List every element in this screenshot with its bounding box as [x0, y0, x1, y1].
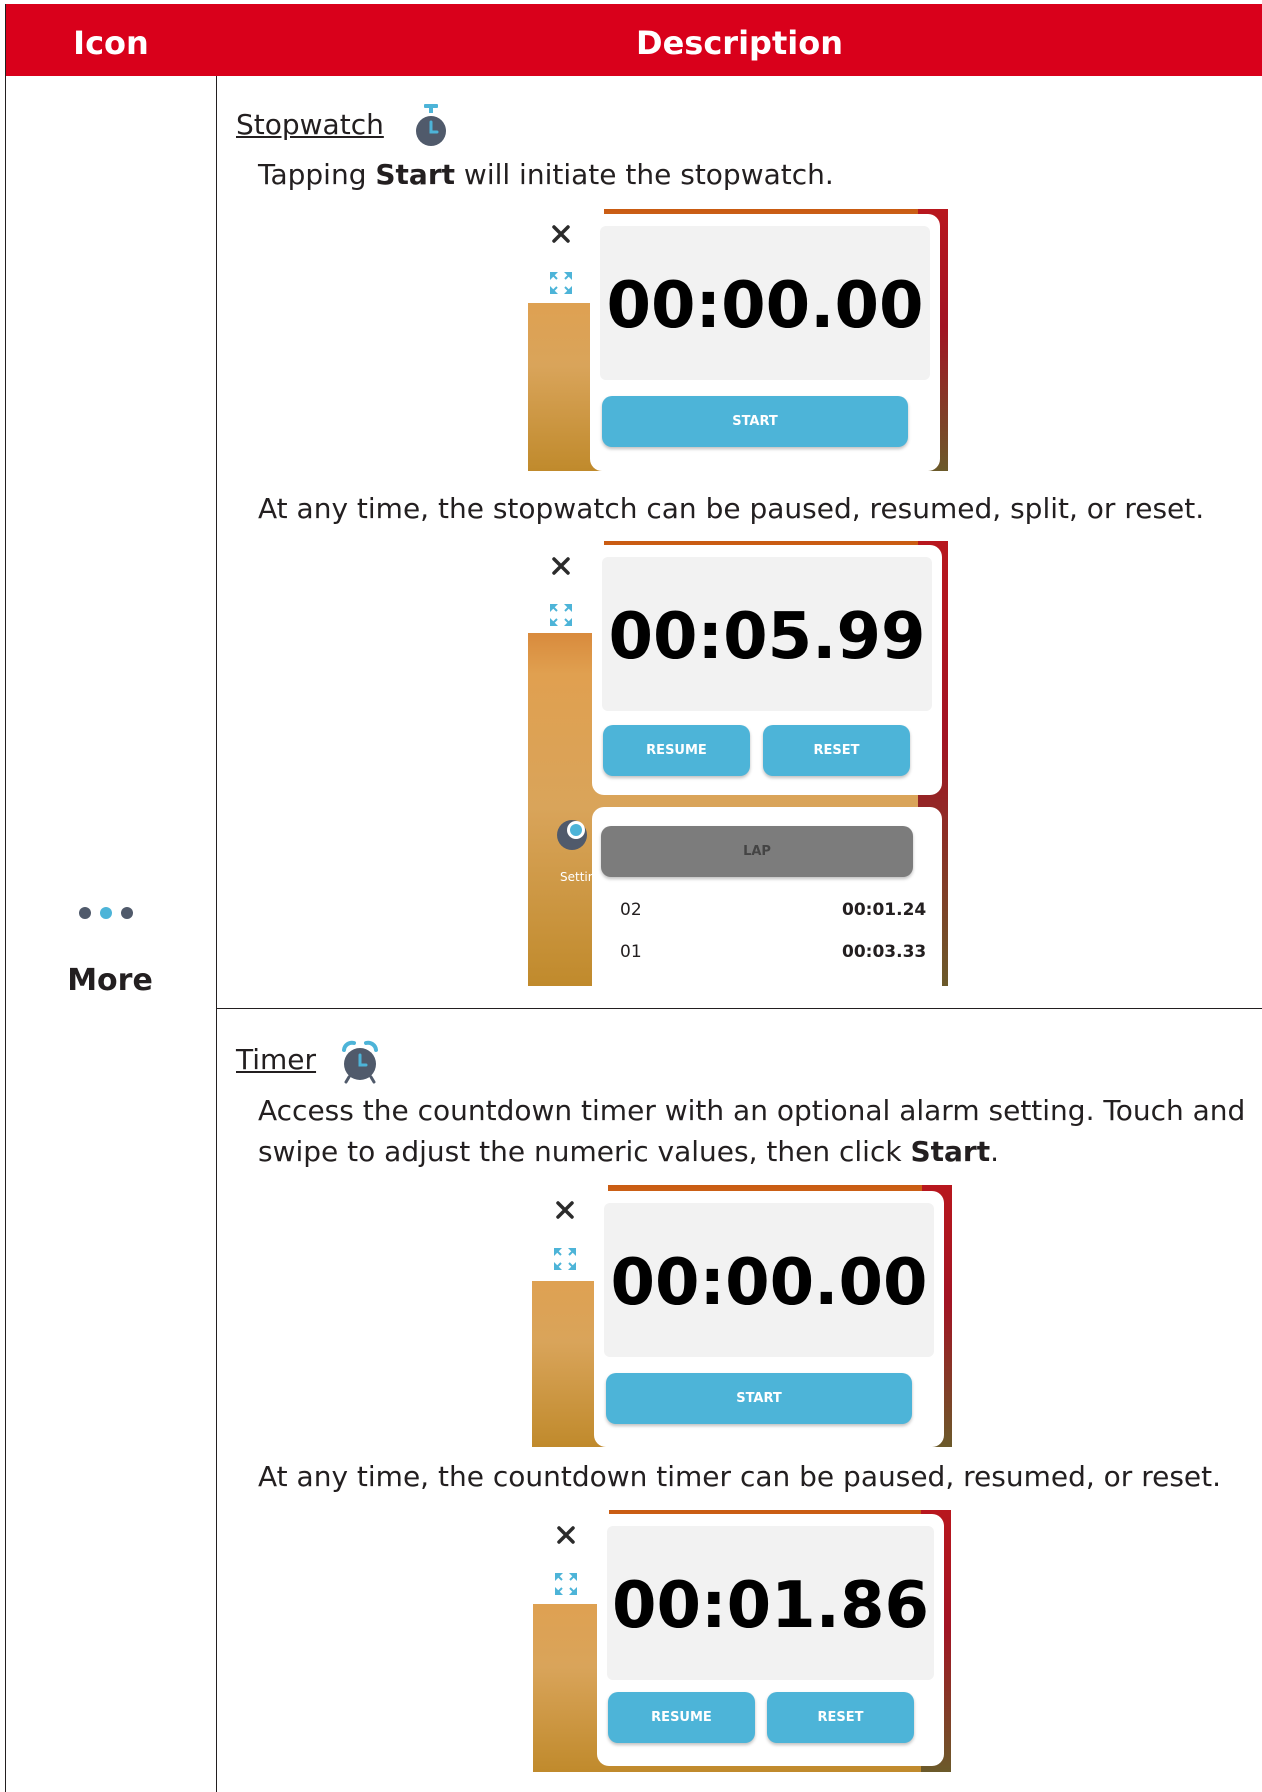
- timer-intro-line-2: swipe to adjust the numeric values, then…: [258, 1135, 1000, 1168]
- more-dots-icon: [79, 905, 149, 921]
- close-icon[interactable]: [550, 555, 572, 577]
- close-icon[interactable]: [554, 1199, 576, 1221]
- lap-time: 00:03.33: [842, 942, 927, 962]
- close-icon[interactable]: [555, 1524, 577, 1546]
- table-border-left: [5, 4, 6, 1792]
- stopwatch-title: Stopwatch: [236, 108, 384, 141]
- lap-time: 00:01.24: [842, 900, 927, 920]
- timer-title: Timer: [236, 1043, 317, 1076]
- lap-button[interactable]: LAP: [601, 826, 913, 877]
- alarm-clock-icon: [342, 1040, 378, 1084]
- timer-card: 00:01.86 RESUME RESET: [597, 1514, 944, 1766]
- column-divider: [216, 76, 217, 1792]
- stopwatch-time-display: 00:00.00: [600, 226, 930, 380]
- timer-running-screenshot: 00:01.86 RESUME RESET: [533, 1510, 951, 1772]
- stopwatch-running-screenshot: Settin 00:05.99 RESUME RESET LAP 02 00:0…: [528, 541, 948, 986]
- stopwatch-card: 00:05.99 RESUME RESET: [592, 545, 942, 795]
- start-button[interactable]: START: [602, 396, 908, 447]
- stopwatch-start-screenshot: 00:00.00 START: [528, 209, 948, 471]
- resume-button[interactable]: RESUME: [608, 1692, 755, 1743]
- stopwatch-icon: [416, 104, 446, 146]
- timer-time-display: 00:00.00: [604, 1203, 934, 1357]
- stopwatch-intro: Tapping Start will initiate the stopwatc…: [258, 158, 834, 191]
- timer-card: 00:00.00 START: [594, 1191, 944, 1447]
- expand-icon[interactable]: [551, 1245, 579, 1273]
- stopwatch-card: 00:00.00 START: [590, 214, 940, 471]
- settings-gear-icon: [557, 820, 587, 850]
- reset-button[interactable]: RESET: [763, 725, 910, 776]
- row-divider: [216, 1008, 1262, 1009]
- description-column-header: Description: [636, 24, 843, 62]
- stopwatch-time-display: 00:05.99: [602, 557, 932, 711]
- icon-column-header: Icon: [73, 24, 149, 62]
- start-button[interactable]: START: [606, 1373, 912, 1424]
- more-label: More: [67, 963, 153, 998]
- background-app-label: Settin: [560, 870, 596, 884]
- expand-icon[interactable]: [547, 601, 575, 629]
- lap-index: 01: [620, 942, 642, 962]
- timer-time-display: 00:01.86: [607, 1526, 934, 1680]
- timer-start-screenshot: 00:00.00 START: [532, 1185, 952, 1447]
- reset-button[interactable]: RESET: [767, 1692, 914, 1743]
- close-icon[interactable]: [550, 223, 572, 245]
- resume-button[interactable]: RESUME: [603, 725, 750, 776]
- expand-icon[interactable]: [547, 269, 575, 297]
- lap-card: LAP 02 00:01.24 01 00:03.33: [592, 807, 942, 986]
- stopwatch-note: At any time, the stopwatch can be paused…: [258, 492, 1205, 525]
- table-header: Icon Description: [5, 4, 1262, 76]
- lap-index: 02: [620, 900, 642, 920]
- timer-intro-line-1: Access the countdown timer with an optio…: [258, 1094, 1246, 1127]
- expand-icon[interactable]: [552, 1570, 580, 1598]
- timer-note: At any time, the countdown timer can be …: [258, 1460, 1222, 1493]
